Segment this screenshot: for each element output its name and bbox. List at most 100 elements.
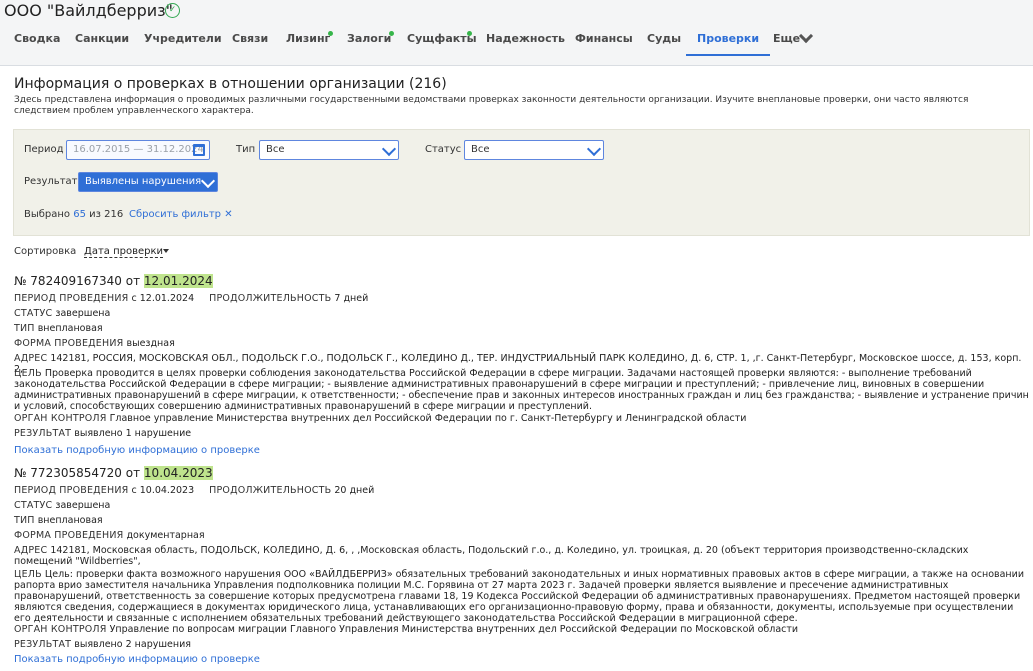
selected-suffix: из 216 — [89, 209, 124, 220]
chevron-down-icon — [586, 141, 602, 157]
status-value: завершена — [55, 308, 111, 319]
result-row: РЕЗУЛЬТАТ выявлено 2 нарушения — [14, 639, 1029, 650]
calendar-icon[interactable] — [193, 144, 205, 156]
period-key: ПЕРИОД ПРОВЕДЕНИЯ — [14, 485, 129, 496]
result-label: Результат — [24, 176, 78, 187]
company-header: ООО "Вайлдберриз" ✓ Сводка Санкции Учред… — [0, 0, 1033, 66]
goal-key: ЦЕЛЬ — [14, 368, 42, 379]
tab-material-facts[interactable]: Сущфакты — [407, 26, 477, 56]
selected-count: 65 — [73, 209, 86, 220]
type-select[interactable]: Все — [259, 140, 399, 160]
page-description: Здесь представлена информация о проводим… — [14, 95, 969, 116]
inspection-number-line: № 772305854720 от 10.04.2023 — [14, 466, 213, 481]
result-value: Выявлены нарушения — [85, 176, 202, 187]
status-row: СТАТУС завершена — [14, 500, 1029, 511]
type-label: Тип — [236, 144, 256, 155]
address-row: АДРЕС 142181, Московская область, ПОДОЛЬ… — [14, 545, 1029, 567]
status-row: СТАТУС завершена — [14, 308, 1029, 319]
form-value: документарная — [126, 530, 205, 541]
period-label: Период — [24, 144, 64, 155]
type-value: Все — [266, 144, 285, 155]
filter-panel: Период 16.07.2015 — 31.12.2024 Тип Все С… — [13, 129, 1030, 236]
status-key: СТАТУС — [14, 500, 53, 511]
selected-prefix: Выбрано — [24, 209, 71, 220]
authority-row: ОРГАН КОНТРОЛЯ Главное управление Минист… — [14, 413, 1029, 424]
address-key: АДРЕС — [14, 545, 48, 556]
status-value: завершена — [55, 500, 111, 511]
inspection-date: 10.04.2023 — [143, 466, 213, 480]
new-data-dot — [467, 31, 472, 36]
result-value: выявлено 1 нарушение — [74, 428, 192, 439]
type-key: ТИП — [14, 515, 35, 526]
check-circle-icon: ✓ — [165, 3, 180, 18]
tab-finances[interactable]: Финансы — [575, 26, 633, 56]
inspections-panel: Информация о проверках в отношении орган… — [4, 67, 1030, 671]
status-select[interactable]: Все — [464, 140, 604, 160]
authority-value: Главное управление Министерства внутренн… — [109, 413, 747, 424]
duration-value: 7 дней — [334, 293, 369, 304]
sort-label: Сортировка — [14, 246, 77, 257]
goal-value: Проверка проводится в целях проверки соб… — [14, 368, 1029, 412]
new-data-dot — [389, 31, 394, 36]
sort-dropdown[interactable]: Дата проверки — [84, 246, 164, 258]
reset-filter-label: Сбросить фильтр — [129, 209, 222, 220]
selected-count-text: Выбрано 65 из 216 — [24, 209, 123, 220]
goal-row: ЦЕЛЬ Проверка проводится в целях проверк… — [14, 368, 1029, 412]
tab-leasing[interactable]: Лизинг — [286, 26, 330, 56]
tab-links[interactable]: Связи — [232, 26, 268, 56]
tab-sanctions[interactable]: Санкции — [75, 26, 129, 56]
main-tabs: Сводка Санкции Учредители Связи Лизинг З… — [0, 26, 1033, 56]
result-key: РЕЗУЛЬТАТ — [14, 428, 72, 439]
address-value: 142181, Московская область, ПОДОЛЬСК, КО… — [14, 545, 969, 567]
goal-value: Цель: проверки факта возможного нарушени… — [14, 569, 1024, 624]
inspection-number: № 772305854720 — [14, 466, 122, 480]
tab-reliability[interactable]: Надежность — [486, 26, 565, 56]
tab-pledges[interactable]: Залоги — [347, 26, 391, 56]
type-row: ТИП внеплановая — [14, 515, 1029, 526]
tab-courts[interactable]: Суды — [647, 26, 681, 56]
inspection-date: 12.01.2024 — [143, 274, 213, 288]
reset-filter-button[interactable]: Сбросить фильтр ✕ — [129, 209, 233, 220]
period-date-range[interactable]: 16.07.2015 — 31.12.2024 — [66, 140, 210, 160]
tab-more[interactable]: Еще — [773, 26, 800, 56]
authority-key: ОРГАН КОНТРОЛЯ — [14, 413, 107, 424]
form-row: ФОРМА ПРОВЕДЕНИЯ документарная — [14, 530, 1029, 541]
page-title: Информация о проверках в отношении орган… — [14, 76, 447, 92]
period-key: ПЕРИОД ПРОВЕДЕНИЯ — [14, 293, 129, 304]
type-value: внеплановая — [37, 323, 103, 334]
type-row: ТИП внеплановая — [14, 323, 1029, 334]
result-key: РЕЗУЛЬТАТ — [14, 639, 72, 650]
inspection-number-line: № 782409167340 от 12.01.2024 — [14, 274, 213, 289]
new-data-dot — [328, 31, 333, 36]
goal-row: ЦЕЛЬ Цель: проверки факта возможного нар… — [14, 569, 1029, 624]
duration-value: 20 дней — [334, 485, 375, 496]
form-key: ФОРМА ПРОВЕДЕНИЯ — [14, 338, 124, 349]
details-link[interactable]: Показать подробную информацию о проверке — [14, 654, 260, 665]
company-name: ООО "Вайлдберриз" — [4, 1, 173, 20]
period-value: с 10.04.2023 — [131, 485, 195, 496]
details-link[interactable]: Показать подробную информацию о проверке — [14, 445, 260, 456]
duration-key: ПРОДОЛЖИТЕЛЬНОСТЬ — [209, 293, 332, 304]
tab-summary[interactable]: Сводка — [14, 26, 60, 56]
duration-key: ПРОДОЛЖИТЕЛЬНОСТЬ — [209, 485, 332, 496]
form-value: выездная — [126, 338, 175, 349]
authority-value: Управление по вопросам миграции Главного… — [109, 624, 799, 635]
chevron-down-icon — [381, 141, 397, 157]
period-value: 16.07.2015 — 31.12.2024 — [73, 144, 204, 155]
goal-key: ЦЕЛЬ — [14, 569, 42, 580]
period-value: с 12.01.2024 — [131, 293, 195, 304]
tab-inspections[interactable]: Проверки — [686, 26, 771, 56]
type-value: внеплановая — [37, 515, 103, 526]
address-key: АДРЕС — [14, 353, 48, 364]
date-from-label: от — [125, 274, 141, 288]
result-select[interactable]: Выявлены нарушения — [78, 172, 218, 192]
authority-key: ОРГАН КОНТРОЛЯ — [14, 624, 107, 635]
status-value: Все — [471, 144, 490, 155]
date-from-label: от — [125, 466, 141, 480]
tab-founders[interactable]: Учредители — [144, 26, 222, 56]
status-key: СТАТУС — [14, 308, 53, 319]
result-row: РЕЗУЛЬТАТ выявлено 1 нарушение — [14, 428, 1029, 439]
authority-row: ОРГАН КОНТРОЛЯ Управление по вопросам ми… — [14, 624, 1029, 635]
inspection-number: № 782409167340 — [14, 274, 122, 288]
form-row: ФОРМА ПРОВЕДЕНИЯ выездная — [14, 338, 1029, 349]
